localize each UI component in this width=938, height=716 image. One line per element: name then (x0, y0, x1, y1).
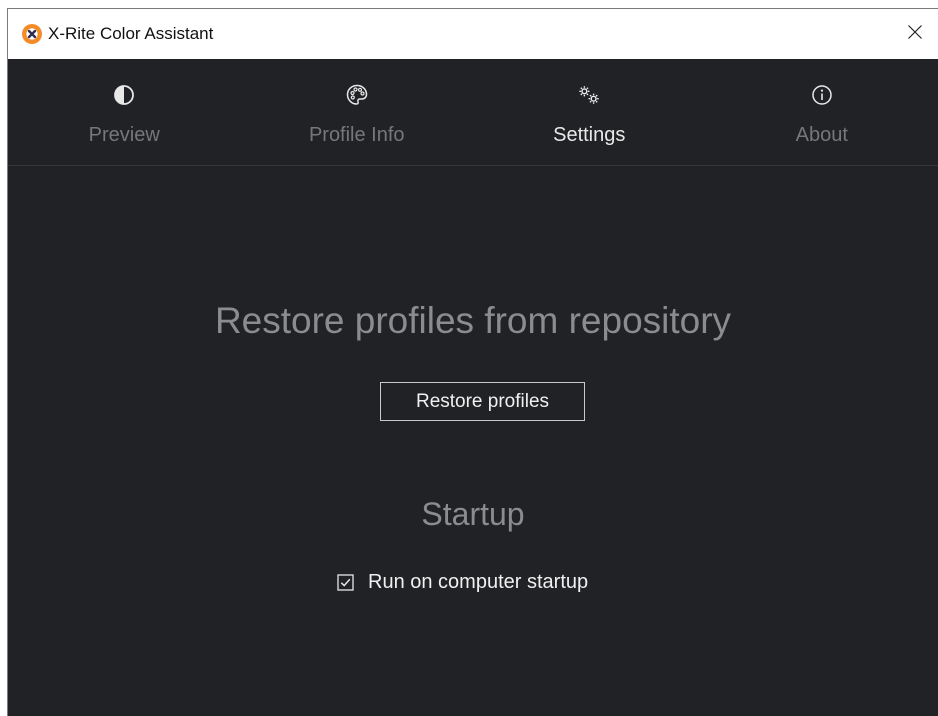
window-title: X-Rite Color Assistant (48, 24, 214, 43)
run-on-startup-label: Run on computer startup (368, 571, 589, 593)
settings-panel: Restore profiles from repository Restore… (8, 166, 938, 716)
app-window: X-Rite Color Assistant Preview Profile I… (7, 8, 938, 716)
tab-preview[interactable]: Preview (8, 59, 241, 165)
tab-label: Settings (553, 124, 626, 146)
close-button[interactable] (892, 9, 938, 59)
palette-icon (345, 83, 369, 107)
x-rite-logo-icon (22, 24, 42, 44)
tab-label: About (795, 124, 848, 146)
title-bar: X-Rite Color Assistant (8, 9, 938, 59)
info-icon (810, 83, 834, 107)
restore-profiles-button[interactable]: Restore profiles (380, 382, 585, 421)
tab-about[interactable]: About (706, 59, 938, 165)
contrast-icon (112, 83, 136, 107)
tab-settings[interactable]: Settings (473, 59, 706, 165)
startup-section-title: Startup (421, 496, 525, 532)
run-on-startup-option[interactable]: Run on computer startup (337, 569, 588, 595)
close-icon (907, 24, 923, 45)
tab-profile-info[interactable]: Profile Info (241, 59, 474, 165)
tab-label: Preview (88, 124, 160, 146)
restore-section-title: Restore profiles from repository (214, 300, 732, 341)
tab-label: Profile Info (308, 124, 405, 146)
run-on-startup-checkbox[interactable] (337, 573, 354, 591)
gears-icon (577, 83, 601, 107)
tab-bar: Preview Profile Info Settings About (8, 59, 938, 166)
